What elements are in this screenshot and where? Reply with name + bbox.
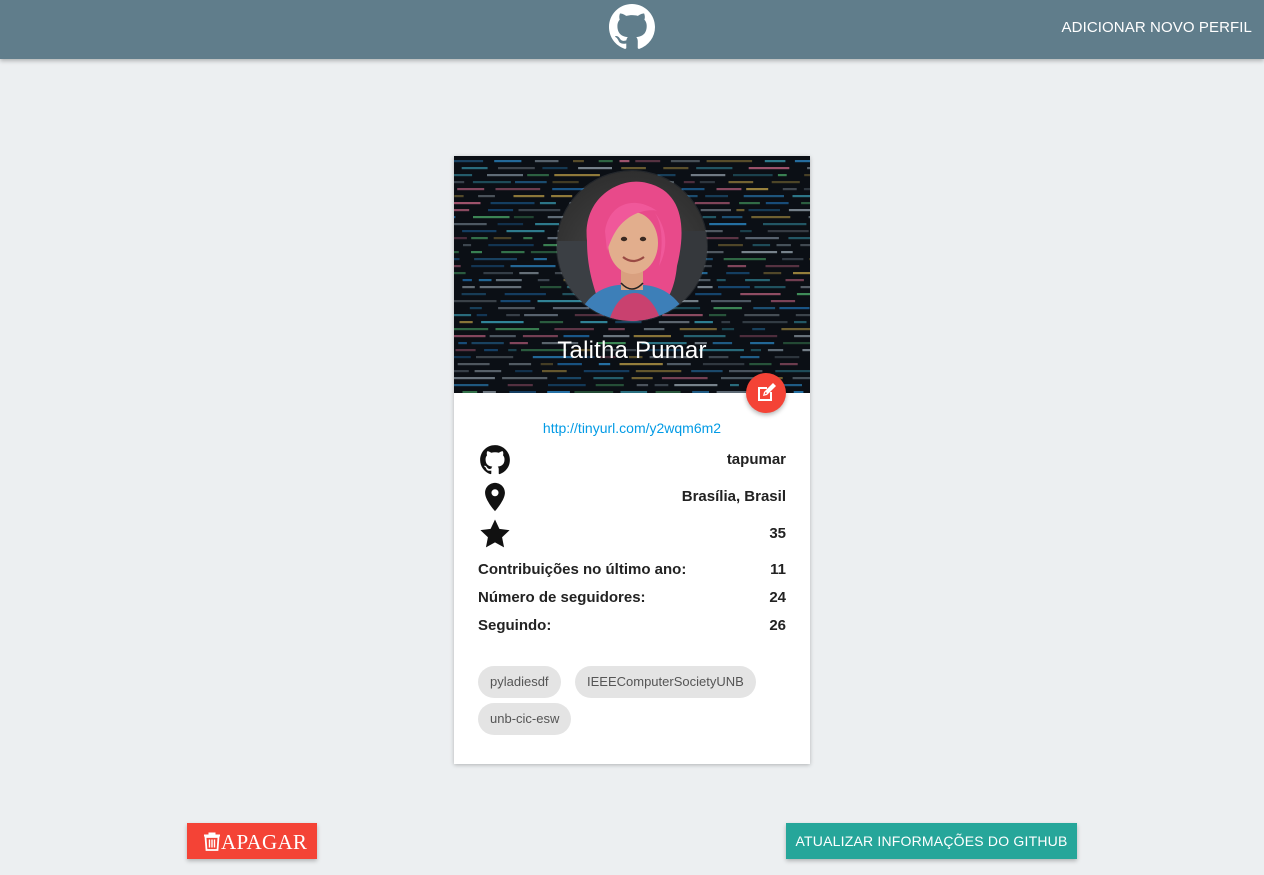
github-icon[interactable]	[609, 4, 655, 50]
avatar	[557, 171, 707, 321]
contributions-row: Contribuições no último ano: 11	[478, 561, 786, 581]
profile-url-link[interactable]: http://tinyurl.com/y2wqm6m2	[454, 420, 810, 436]
stat-value: 24	[769, 589, 786, 606]
delete-button[interactable]: APAGAR	[187, 823, 317, 859]
following-row: Seguindo: 26	[478, 617, 786, 637]
edit-icon	[758, 383, 776, 401]
github-icon	[480, 445, 510, 475]
card-header-background: Talitha Pumar	[454, 156, 810, 393]
stat-label: Número de seguidores:	[478, 589, 646, 606]
profile-name: Talitha Pumar	[557, 337, 707, 364]
trash-icon	[204, 832, 220, 851]
location-pin-icon	[485, 482, 505, 512]
add-profile-link[interactable]: ADICIONAR NOVO PERFIL	[1062, 19, 1252, 36]
github-username: tapumar	[726, 451, 786, 468]
location-text: Brasília, Brasil	[681, 488, 786, 505]
navbar: ADICIONAR NOVO PERFIL	[0, 0, 1264, 59]
stars-row: 35	[478, 517, 786, 551]
username-row: tapumar	[478, 443, 786, 477]
stat-label: Contribuições no último ano:	[478, 561, 687, 578]
star-icon	[480, 519, 510, 548]
organization-chip[interactable]: IEEEComputerSocietyUNB	[575, 666, 756, 698]
edit-profile-button[interactable]	[746, 373, 786, 413]
followers-row: Número de seguidores: 24	[478, 589, 786, 609]
stat-label: Seguindo:	[478, 617, 552, 634]
stars-count: 35	[769, 525, 786, 542]
stat-value: 26	[769, 617, 786, 634]
delete-button-label: APAGAR	[221, 830, 308, 854]
update-github-button[interactable]: ATUALIZAR INFORMAÇÕES DO GITHUB	[786, 823, 1077, 859]
stat-value: 11	[770, 561, 786, 578]
profile-card: Talitha Pumar http://tinyurl.com/y2wqm6m…	[454, 156, 810, 764]
location-row: Brasília, Brasil	[478, 480, 786, 514]
organization-chip[interactable]: unb-cic-esw	[478, 703, 572, 735]
organization-chip[interactable]: pyladiesdf	[478, 666, 561, 698]
